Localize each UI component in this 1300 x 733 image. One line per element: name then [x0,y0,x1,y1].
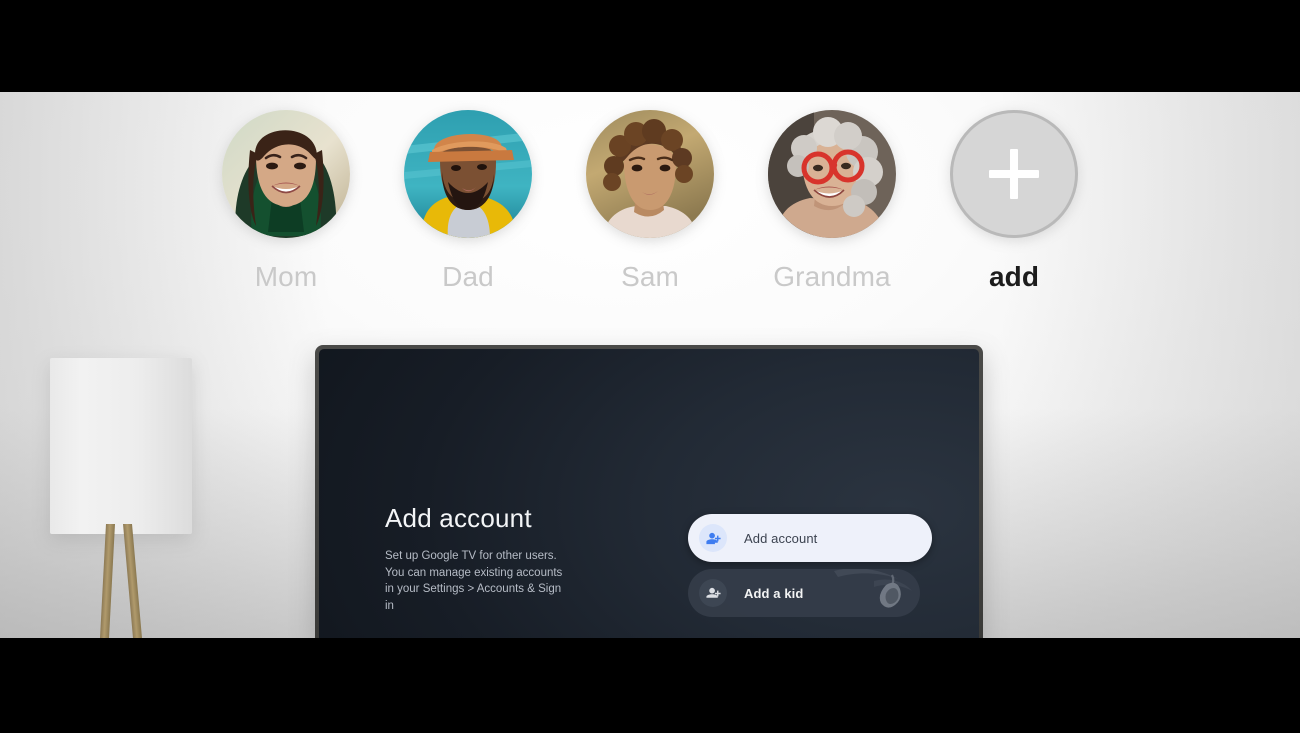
avatar-photo-mom [222,110,350,238]
profile-name: add [988,261,1040,292]
profile-name: Dad [442,261,494,292]
living-room-scene: Mom Dad Sam Grandma add Add account Set … [0,92,1300,638]
profile-item-dad[interactable]: Dad [404,110,532,293]
menu-item-add-a-kid[interactable]: Add a kid [688,569,920,617]
television: Add account Set up Google TV for other u… [315,345,983,638]
person-add-icon [699,524,727,552]
lamp-leg [100,524,115,638]
menu-item-label: Add a kid [744,585,804,601]
menu-item-add-account[interactable]: Add account [688,514,932,562]
profile-name: Sam [621,261,679,292]
screenshot-root: Mom Dad Sam Grandma add Add account Set … [0,0,1300,733]
avatar[interactable] [768,110,896,238]
person-add-icon [699,579,727,607]
avatar[interactable] [222,110,350,238]
avatar[interactable] [586,110,714,238]
add-profile-button[interactable] [950,110,1078,238]
profile-item-mom[interactable]: Mom [222,110,350,293]
avatar-photo-dad [404,110,532,238]
tv-menu-list: Add account Add a kid [688,514,932,617]
profile-picker-row: Mom Dad Sam Grandma add [0,92,1300,312]
profile-name: Grandma [773,261,891,292]
floor-lamp [50,358,192,638]
lamp-shade [50,358,192,534]
profile-item-grandma[interactable]: Grandma [768,110,896,293]
page-description: Set up Google TV for other users. You ca… [385,550,563,613]
menu-item-label: Add account [744,530,818,546]
tv-screen: Add account Set up Google TV for other u… [319,349,979,638]
profile-item-sam[interactable]: Sam [586,110,714,293]
letterbox-bottom [0,638,1300,733]
profile-item-add[interactable]: add [950,110,1078,293]
avatar-photo-grandma [768,110,896,238]
page-title: Add account [385,503,532,533]
avatar-photo-sam [586,110,714,238]
plus-icon [987,147,1041,201]
letterbox-top [0,0,1300,92]
lamp-leg [123,524,142,638]
decorative-kid-artwork [834,569,912,608]
profile-name: Mom [254,261,318,292]
tv-text-block: Add account Set up Google TV for other u… [385,503,635,615]
avatar[interactable] [404,110,532,238]
